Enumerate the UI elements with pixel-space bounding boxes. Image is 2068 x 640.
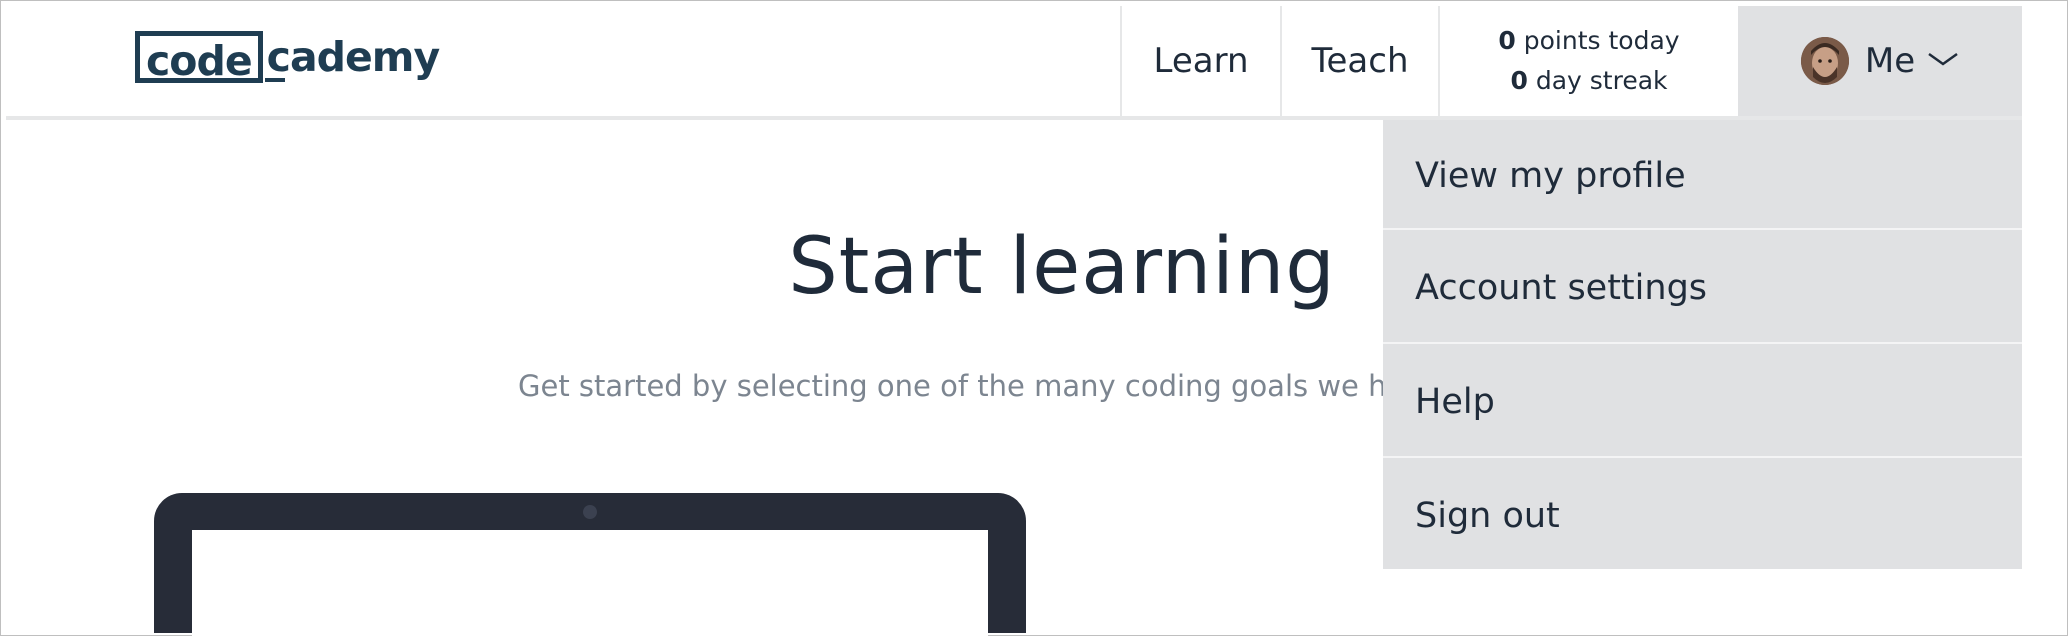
user-menu-label: Me bbox=[1864, 41, 1916, 81]
progress-stats[interactable]: 0 points today 0 day streak bbox=[1440, 6, 1738, 116]
user-dropdown-menu: View my profile Account settings Help Si… bbox=[1383, 120, 2022, 569]
user-avatar bbox=[1800, 37, 1849, 85]
points-value: 0 bbox=[1498, 26, 1516, 55]
streak-value: 0 bbox=[1510, 66, 1528, 95]
laptop-illustration bbox=[154, 493, 1026, 640]
logo-cademy-label: cademy bbox=[266, 33, 441, 81]
user-menu-button[interactable]: Me bbox=[1738, 6, 2022, 116]
menu-divider bbox=[1383, 342, 2022, 344]
logo-cademy-text: cademy bbox=[263, 32, 440, 82]
page-subtitle: Get started by selecting one of the many… bbox=[518, 369, 1383, 403]
page-title: Start learning bbox=[788, 222, 1336, 312]
codecademy-logo[interactable]: code cademy bbox=[135, 25, 440, 89]
day-streak: 0 day streak bbox=[1510, 61, 1667, 101]
menu-item-sign-out[interactable]: Sign out bbox=[1383, 460, 2022, 572]
logo-code-box: code bbox=[135, 31, 263, 85]
nav-teach-link[interactable]: Teach bbox=[1282, 6, 1438, 116]
points-today: 0 points today bbox=[1498, 21, 1679, 61]
menu-item-view-profile[interactable]: View my profile bbox=[1383, 120, 2022, 232]
chevron-down-icon bbox=[1927, 51, 1959, 71]
laptop-screen bbox=[192, 530, 988, 640]
menu-divider bbox=[1383, 456, 2022, 458]
nav-learn-link[interactable]: Learn bbox=[1122, 6, 1280, 116]
menu-item-help[interactable]: Help bbox=[1383, 346, 2022, 458]
webcam-icon bbox=[583, 505, 597, 519]
logo-cursor bbox=[264, 78, 285, 82]
points-label: points today bbox=[1523, 26, 1680, 55]
streak-label: day streak bbox=[1535, 66, 1668, 95]
